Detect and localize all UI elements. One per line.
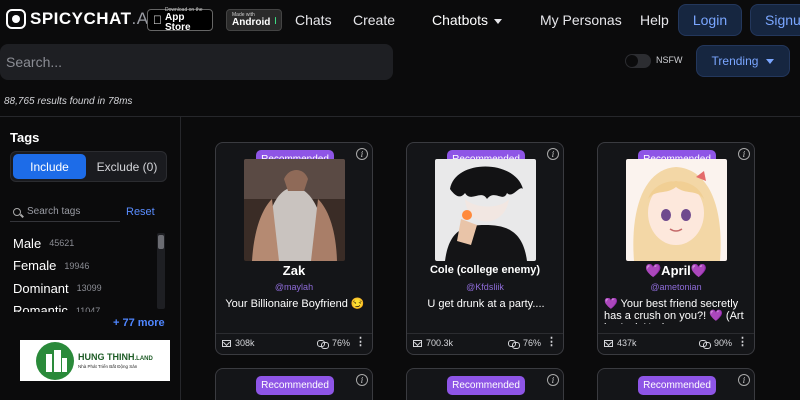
tag-search-input[interactable]: Search tags xyxy=(10,202,120,222)
android-badge[interactable]: Made with Android xyxy=(226,9,282,31)
rating: 76% xyxy=(507,338,541,349)
link-icon xyxy=(698,339,711,349)
character-description: 💜 Your best friend secretly has a crush … xyxy=(604,298,744,324)
character-avatar xyxy=(244,159,345,261)
card-stats: 308k 76% ⋮ xyxy=(216,333,372,355)
nav-create[interactable]: Create xyxy=(353,12,395,28)
info-icon[interactable]: i xyxy=(547,148,559,160)
character-card[interactable]: Recommended i xyxy=(597,368,755,400)
include-button[interactable]: Include xyxy=(13,154,86,179)
character-card[interactable]: Recommended i xyxy=(406,368,564,400)
rating: 76% xyxy=(316,338,350,349)
reset-button[interactable]: Reset xyxy=(126,206,155,218)
logo-text: SPICYCHAT.AI xyxy=(30,9,154,28)
character-card[interactable]: Recommended i Cole (college enemy) @Kfds… xyxy=(406,142,564,355)
chevron-down-icon xyxy=(494,18,503,24)
ad-banner[interactable]: HUNG THINH.LAND Nhà Phát Triển Bất Động … xyxy=(20,340,170,381)
top-nav: SPICYCHAT.AI  Download on theApp Store … xyxy=(0,0,800,40)
character-name: Cole (college enemy) xyxy=(429,264,541,276)
tag-item[interactable]: Female 19946 xyxy=(13,255,153,278)
more-tags-link[interactable]: + 77 more xyxy=(113,317,165,329)
character-card[interactable]: Recommended i xyxy=(215,368,373,400)
character-avatar xyxy=(435,159,536,261)
ad-subtitle: Nhà Phát Triển Bất Động Sản xyxy=(78,363,138,369)
creator-handle[interactable]: @ametonian xyxy=(598,282,754,292)
character-description: Your Billionaire Boyfriend 😏 xyxy=(225,298,365,310)
nsfw-label: NSFW xyxy=(656,55,683,65)
sort-dropdown[interactable]: Trending xyxy=(696,45,790,77)
character-card[interactable]: Recommended i 💜April💜 @ametonian 💜 Your … xyxy=(597,142,755,355)
android-icon xyxy=(275,16,276,24)
link-icon xyxy=(316,339,329,349)
logo-icon xyxy=(6,9,26,29)
login-button[interactable]: Login xyxy=(678,4,742,36)
recommended-badge: Recommended xyxy=(256,376,334,395)
envelope-icon xyxy=(413,339,422,347)
message-count: 308k xyxy=(222,338,255,348)
tag-item[interactable]: Romantic 11047 xyxy=(13,300,153,312)
character-name: 💜April💜 xyxy=(645,263,707,278)
info-icon[interactable]: i xyxy=(356,148,368,160)
divider xyxy=(0,116,800,117)
link-icon xyxy=(507,339,520,349)
character-name: Zak xyxy=(282,263,306,278)
info-icon[interactable]: i xyxy=(547,374,559,386)
character-avatar xyxy=(626,159,727,261)
rating: 90% xyxy=(698,338,732,349)
character-card[interactable]: Recommended i Zak @maylah Your Billionai… xyxy=(215,142,373,355)
card-stats: 437k 90% ⋮ xyxy=(598,333,754,355)
kebab-icon[interactable]: ⋮ xyxy=(546,337,557,348)
divider xyxy=(180,116,181,400)
nsfw-toggle[interactable] xyxy=(625,54,651,68)
tag-scrollbar[interactable] xyxy=(157,233,165,309)
nav-chats[interactable]: Chats xyxy=(295,12,332,28)
chevron-down-icon xyxy=(766,58,775,64)
nav-my-personas[interactable]: My Personas xyxy=(540,12,622,28)
search-icon xyxy=(13,207,21,216)
message-count: 437k xyxy=(604,338,637,348)
card-stats: 700.3k 76% ⋮ xyxy=(407,333,563,355)
search-input[interactable]: Search... xyxy=(0,44,393,80)
app-store-badge[interactable]:  Download on theApp Store xyxy=(147,7,213,33)
nav-help[interactable]: Help xyxy=(640,12,669,28)
signup-button[interactable]: Signu xyxy=(750,4,800,36)
ad-title: HUNG THINH.LAND xyxy=(78,351,153,362)
recommended-badge: Recommended xyxy=(638,376,716,395)
tag-item[interactable]: Dominant 13099 xyxy=(13,277,153,300)
message-count: 700.3k xyxy=(413,338,453,348)
info-icon[interactable]: i xyxy=(356,374,368,386)
creator-handle[interactable]: @Kfdsliik xyxy=(407,282,563,292)
exclude-button[interactable]: Exclude (0) xyxy=(89,154,165,179)
tag-item[interactable]: Male 45621 xyxy=(13,232,153,255)
apple-icon:  xyxy=(153,13,162,27)
results-count: 88,765 results found in 78ms xyxy=(4,96,133,107)
envelope-icon xyxy=(604,339,613,347)
nav-chatbots[interactable]: Chatbots xyxy=(432,12,503,28)
tag-list: Male 45621 Female 19946 Dominant 13099 Roma… xyxy=(13,232,153,312)
page: SPICYCHAT.AI  Download on theApp Store … xyxy=(0,0,800,400)
info-icon[interactable]: i xyxy=(738,148,750,160)
recommended-badge: Recommended xyxy=(447,376,525,395)
character-description: U get drunk at a party.... xyxy=(427,298,545,310)
include-exclude-toggle: Include Exclude (0) xyxy=(10,151,167,182)
logo[interactable]: SPICYCHAT.AI xyxy=(6,9,154,29)
envelope-icon xyxy=(222,339,231,347)
kebab-icon[interactable]: ⋮ xyxy=(355,337,366,348)
creator-handle[interactable]: @maylah xyxy=(216,282,372,292)
info-icon[interactable]: i xyxy=(738,374,750,386)
scrollbar-thumb[interactable] xyxy=(158,235,164,249)
kebab-icon[interactable]: ⋮ xyxy=(737,337,748,348)
ad-logo xyxy=(36,341,74,380)
tags-title: Tags xyxy=(10,130,40,145)
